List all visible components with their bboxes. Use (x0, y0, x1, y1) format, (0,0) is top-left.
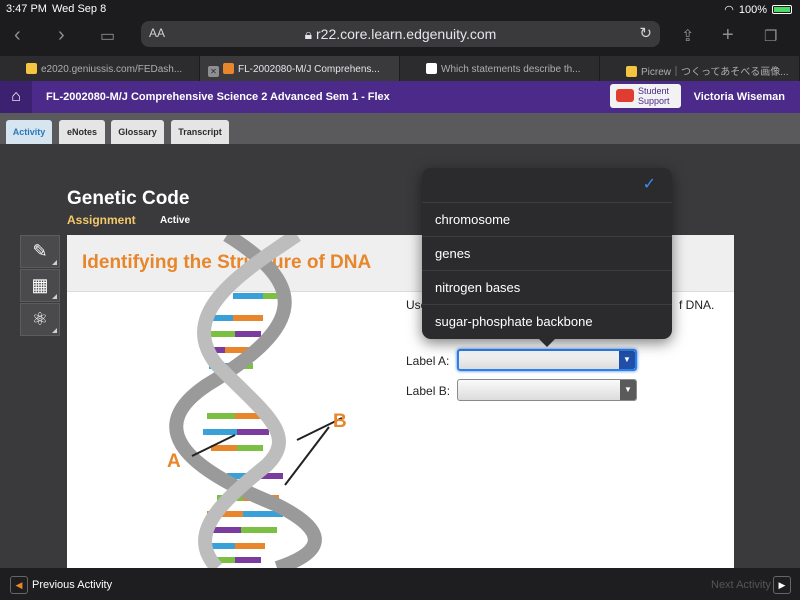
pencil-tool-button[interactable]: ✎ (20, 235, 60, 268)
select-options-popover: ✓ chromosome genes nitrogen bases sugar-… (422, 168, 672, 347)
next-activity-link[interactable]: Next Activity (711, 579, 771, 591)
page-title: Genetic Code (67, 188, 190, 209)
checkmark-icon: ✓ (642, 176, 656, 193)
status-badge: Active (160, 215, 191, 226)
dropdown-arrow-icon: ▼ (620, 380, 636, 400)
user-name[interactable]: Victoria Wiseman (694, 91, 785, 103)
activity-type: Assignment (67, 213, 136, 227)
figure-label-a: A (167, 451, 181, 472)
close-tab-icon[interactable]: ✕ (208, 66, 219, 77)
chat-bubble-icon (616, 89, 634, 102)
activity-tabs: Activity eNotes Glossary Transcript (0, 113, 800, 144)
browser-tab-picrew[interactable]: Picrew｜つくってあそべる画像... (600, 56, 800, 81)
option-nitrogen-bases[interactable]: nitrogen bases (422, 270, 672, 304)
instruction-text-end: f DNA. (679, 298, 715, 312)
label-a-text: Label A: (406, 354, 450, 368)
activity-content: Genetic Code Assignment Active ✎ ▦ ⚛ Ide… (0, 144, 800, 568)
option-chromosome[interactable]: chromosome (422, 202, 672, 236)
back-icon[interactable]: ‹ (14, 24, 21, 47)
label-a-select[interactable]: ▼ (457, 349, 637, 371)
science-tool-button[interactable]: ⚛ (20, 303, 60, 336)
option-genes[interactable]: genes (422, 236, 672, 270)
wifi-icon: ◠ (724, 4, 734, 16)
browser-tab-strip: e2020.geniussis.com/FEDash... ✕ FL-200208… (0, 56, 800, 81)
browser-tab-geniussis[interactable]: e2020.geniussis.com/FEDash... (0, 56, 200, 81)
home-icon[interactable]: ⌂ (0, 81, 32, 113)
previous-arrow-icon[interactable]: ◀ (10, 576, 28, 594)
tabs-overview-icon[interactable]: ❐ (764, 27, 777, 45)
site-header: ⌂ FL-2002080-M/J Comprehensive Science 2… (0, 81, 800, 113)
url-text: r22.core.learn.edgenuity.com (316, 26, 497, 42)
edgenuity-favicon-icon (223, 63, 234, 74)
lightbulb-icon (26, 63, 37, 74)
status-time: 3:47 PM (6, 3, 47, 15)
calculator-tool-button[interactable]: ▦ (20, 269, 60, 302)
next-arrow-icon[interactable]: ▶ (773, 576, 791, 594)
option-blank[interactable]: ✓ (422, 168, 672, 202)
browser-tab-question[interactable]: Which statements describe th... (400, 56, 600, 81)
status-bar: 3:47 PM Wed Sep 8 ◠ 100% (0, 0, 800, 18)
dna-diagram: A B (167, 235, 347, 568)
tab-glossary[interactable]: Glossary (111, 120, 164, 144)
brainly-favicon-icon (426, 63, 437, 74)
dropdown-arrow-icon: ▼ (619, 351, 635, 369)
tab-transcript[interactable]: Transcript (171, 120, 229, 144)
tab-enotes[interactable]: eNotes (59, 120, 105, 144)
option-sugar-phosphate-backbone[interactable]: sugar-phosphate backbone (422, 304, 672, 338)
tab-activity[interactable]: Activity (6, 120, 52, 144)
battery-percent: 100% (738, 3, 767, 16)
status-date: Wed Sep 8 (52, 3, 107, 15)
course-title: FL-2002080-M/J Comprehensive Science 2 A… (46, 91, 390, 103)
picrew-favicon-icon (626, 66, 637, 77)
forward-icon[interactable]: › (58, 24, 65, 47)
bookmarks-icon[interactable]: ▭ (100, 26, 115, 46)
student-support-button[interactable]: Student Support (610, 84, 681, 108)
new-tab-icon[interactable]: + (722, 24, 734, 47)
reload-icon[interactable]: ↻ (639, 24, 652, 42)
lock-icon: 🔒︎ (304, 26, 313, 42)
pencil-icon: ✎ (32, 241, 48, 261)
popover-caret (538, 338, 556, 347)
figure-label-b: B (333, 411, 347, 432)
browser-tab-edgenuity[interactable]: ✕ FL-2002080-M/J Comprehens... (200, 56, 400, 81)
label-b-text: Label B: (406, 384, 451, 398)
calculator-icon: ▦ (31, 275, 49, 295)
activity-footer: ◀ Previous Activity Next Activity ▶ (0, 568, 800, 600)
previous-activity-link[interactable]: Previous Activity (32, 579, 112, 591)
address-bar[interactable]: AA 🔒︎ r22.core.learn.edgenuity.com ↻ (141, 21, 660, 47)
label-b-select[interactable]: ▼ (457, 379, 637, 401)
atom-icon: ⚛ (31, 309, 49, 329)
battery-icon (772, 5, 792, 14)
share-icon[interactable]: ⇪ (681, 26, 694, 46)
